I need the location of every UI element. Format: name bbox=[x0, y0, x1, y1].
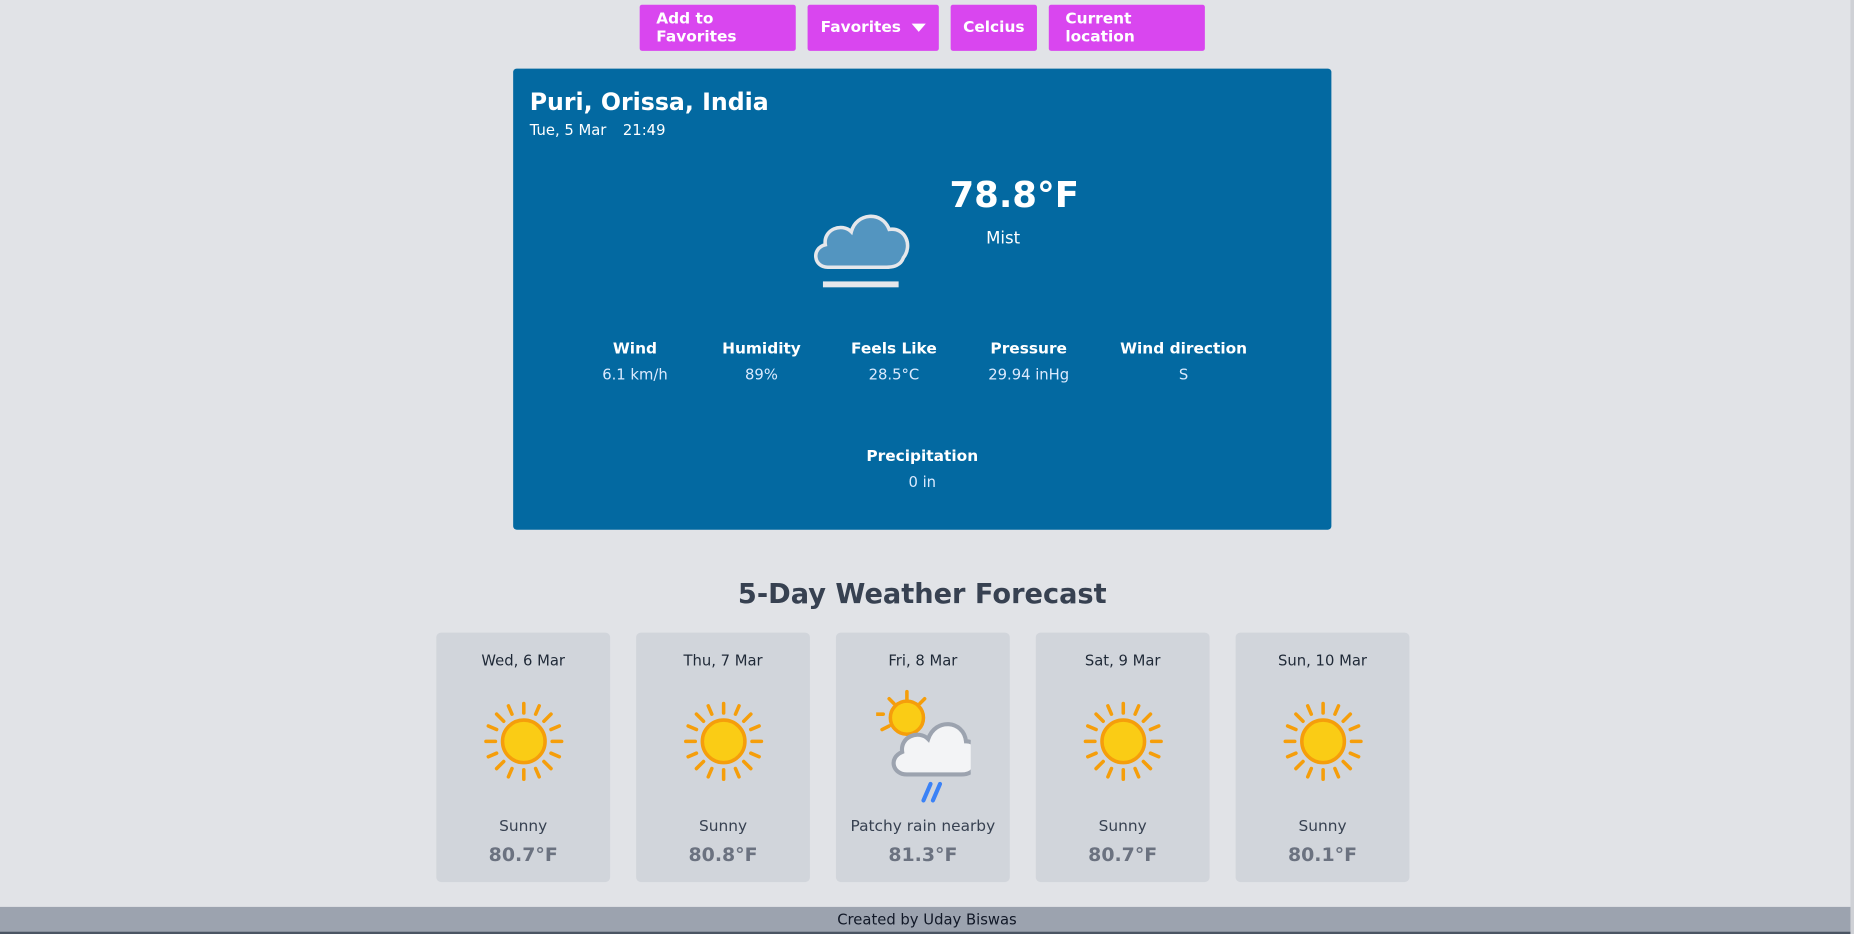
forecast-condition: Sunny bbox=[698, 818, 748, 836]
stat-label: Precipitation bbox=[866, 448, 979, 466]
forecast-date: Fri, 8 Mar bbox=[888, 651, 958, 670]
forecast-temperature: 80.8°F bbox=[688, 843, 758, 866]
favorites-dropdown[interactable]: Favorites bbox=[807, 4, 939, 51]
stat-humidity: Humidity 89% bbox=[691, 341, 833, 384]
stat-wind: Wind 6.1 km/h bbox=[564, 341, 706, 384]
forecast-temperature: 80.7°F bbox=[488, 843, 558, 866]
forecast-card: Sun, 10 Mar Sunny 80.1°F bbox=[1235, 632, 1410, 883]
forecast-date: Thu, 7 Mar bbox=[683, 651, 763, 670]
current-date: Tue, 5 Mar bbox=[529, 120, 607, 139]
sun-icon bbox=[684, 701, 764, 781]
sun-icon bbox=[484, 701, 564, 781]
forecast-date: Wed, 6 Mar bbox=[481, 651, 566, 670]
stat-wind-direction: Wind direction S bbox=[1113, 341, 1255, 384]
location-title: Puri, Orissa, India bbox=[529, 87, 769, 116]
forecast-card: Wed, 6 Mar Sunny 80.7°F bbox=[436, 632, 611, 883]
forecast-card: Sat, 9 Mar Sunny 80.7°F bbox=[1035, 632, 1210, 883]
stat-feels-like: Feels Like 28.5°C bbox=[823, 341, 965, 384]
stat-value: S bbox=[1178, 365, 1189, 384]
current-temperature: 78.8°F bbox=[949, 174, 1079, 217]
forecast-temperature: 80.7°F bbox=[1088, 843, 1158, 866]
stat-value: 6.1 km/h bbox=[602, 365, 668, 384]
forecast-condition: Patchy rain nearby bbox=[850, 818, 996, 836]
stat-value: 28.5°C bbox=[868, 365, 920, 384]
footer-credit: Created by Uday Biswas bbox=[837, 910, 1017, 929]
current-time: 21:49 bbox=[622, 120, 666, 139]
forecast-temperature: 80.1°F bbox=[1287, 843, 1358, 866]
forecast-list: Wed, 6 Mar Sunny 80.7°F Thu, 7 Mar Sunny… bbox=[436, 632, 1410, 883]
stat-value: 0 in bbox=[908, 472, 937, 491]
weather-app: Add to Favorites Favorites Celcius Curre… bbox=[0, 0, 1854, 934]
forecast-condition: Sunny bbox=[499, 818, 548, 836]
current-condition: Mist bbox=[986, 229, 1021, 249]
forecast-condition: Sunny bbox=[1298, 818, 1347, 836]
forecast-date: Sat, 9 Mar bbox=[1084, 651, 1161, 670]
stat-pressure: Pressure 29.94 inHg bbox=[958, 341, 1100, 384]
stat-precipitation: Precipitation 0 in bbox=[851, 448, 993, 491]
forecast-card: Fri, 8 Mar Patchy rain nearby 81.3°F bbox=[835, 632, 1010, 883]
mist-icon bbox=[814, 214, 910, 288]
stat-label: Wind bbox=[612, 340, 658, 359]
current-location-button[interactable]: Current location bbox=[1048, 4, 1205, 51]
stat-label: Pressure bbox=[990, 340, 1067, 359]
forecast-title: 5-Day Weather Forecast bbox=[737, 579, 1107, 611]
caret-down-icon bbox=[911, 23, 926, 32]
forecast-temperature: 81.3°F bbox=[888, 843, 958, 866]
unit-toggle-button[interactable]: Celcius bbox=[950, 4, 1037, 51]
forecast-card: Thu, 7 Mar Sunny 80.8°F bbox=[636, 632, 810, 883]
footer: Created by Uday Biswas bbox=[0, 906, 1854, 934]
stat-value: 29.94 inHg bbox=[988, 365, 1070, 384]
sun-icon bbox=[1283, 701, 1363, 781]
add-to-favorites-button[interactable]: Add to Favorites bbox=[639, 4, 796, 51]
stat-label: Humidity bbox=[722, 340, 801, 359]
current-weather-card: Puri, Orissa, India Tue, 5 Mar 21:49 78.… bbox=[513, 68, 1332, 530]
stat-value: 89% bbox=[745, 365, 778, 384]
stat-label: Feels Like bbox=[850, 340, 937, 359]
favorites-label: Favorites bbox=[820, 18, 901, 37]
date-time: Tue, 5 Mar 21:49 bbox=[530, 121, 666, 139]
stat-label: Wind direction bbox=[1120, 340, 1248, 359]
patchy-rain-icon bbox=[876, 689, 971, 803]
forecast-condition: Sunny bbox=[1098, 818, 1147, 836]
scrollbar[interactable] bbox=[1850, 0, 1854, 934]
toolbar: Add to Favorites Favorites Celcius Curre… bbox=[639, 4, 1205, 51]
forecast-date: Sun, 10 Mar bbox=[1278, 651, 1367, 670]
sun-icon bbox=[1083, 701, 1163, 781]
